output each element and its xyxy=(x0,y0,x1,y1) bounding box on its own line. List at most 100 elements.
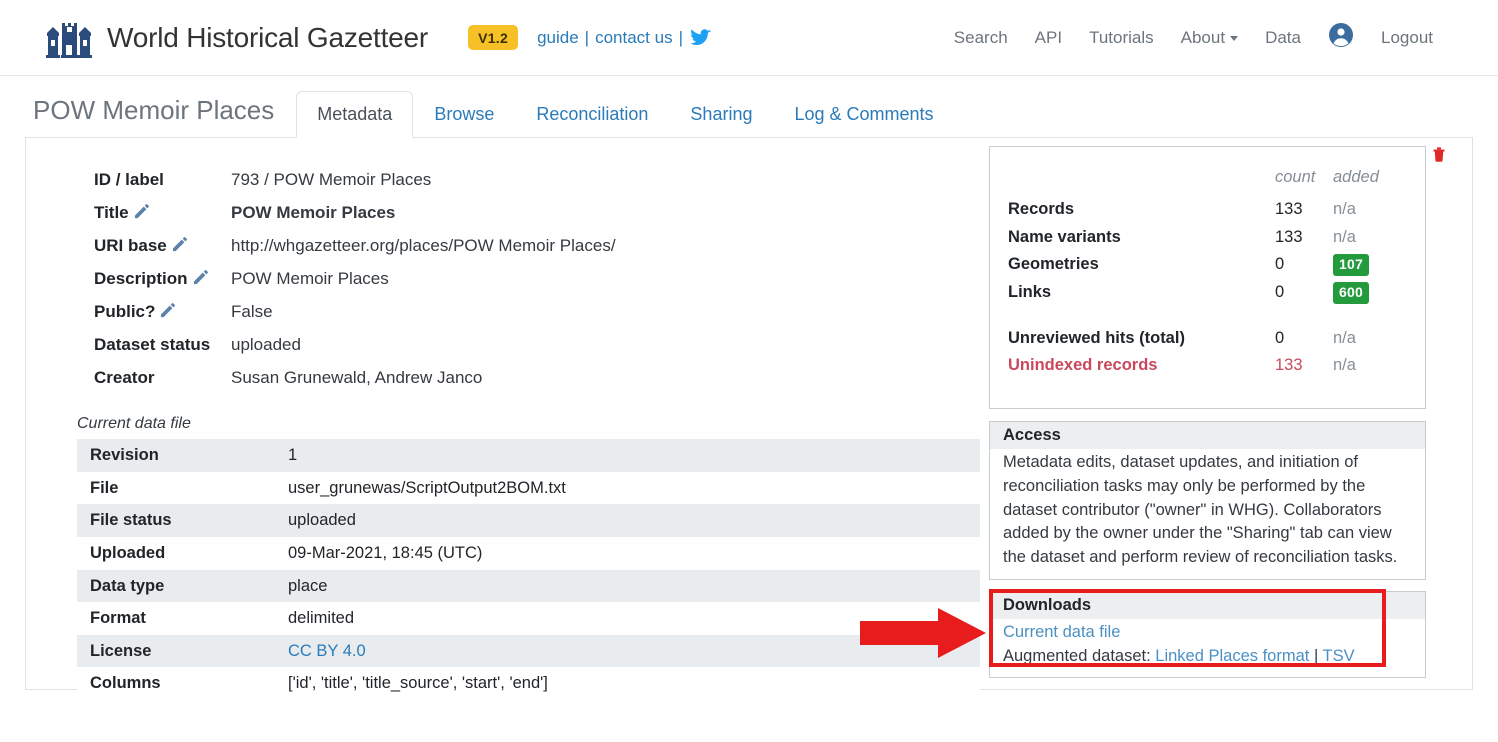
field-value: False xyxy=(231,302,273,322)
tab-reconciliation[interactable]: Reconciliation xyxy=(515,91,669,139)
current-data-file-download-link[interactable]: Current data file xyxy=(1003,623,1120,641)
row-key: License xyxy=(77,635,275,668)
field-value: uploaded xyxy=(231,335,301,355)
field-label-text: Public? xyxy=(94,302,155,321)
current-data-file-table: Revision 1 File user_grunewas/ScriptOutp… xyxy=(77,439,980,700)
field-label: ID / label xyxy=(44,170,231,190)
row-value: 09-Mar-2021, 18:45 (UTC) xyxy=(275,537,980,570)
metadata-row-id-label: ID / label 793 / POW Memoir Places xyxy=(44,170,984,203)
metadata-row-creator: Creator Susan Grunewald, Andrew Janco xyxy=(44,368,984,401)
nav-item-api[interactable]: API xyxy=(1035,28,1062,48)
field-label-text: Dataset status xyxy=(94,335,210,354)
user-account-icon[interactable] xyxy=(1328,22,1354,53)
main-nav: Search API Tutorials About Data Logout xyxy=(954,22,1433,53)
augmented-dataset-label: Augmented dataset: xyxy=(1003,647,1151,665)
link-separator-1: | xyxy=(585,28,589,48)
metadata-row-public: Public? False xyxy=(44,302,984,335)
twitter-icon[interactable] xyxy=(690,29,711,47)
counts-header-count: count xyxy=(1271,163,1333,196)
counts-value: 133 xyxy=(1271,196,1333,223)
edit-pencil-icon[interactable] xyxy=(193,270,208,290)
counts-added: n/a xyxy=(1333,223,1407,250)
tab-bar: POW Memoir Places Metadata Browse Reconc… xyxy=(0,76,1498,138)
counts-header-blank xyxy=(1008,163,1271,196)
field-label-text: ID / label xyxy=(94,170,164,189)
table-row: Columns ['id', 'title', 'title_source', … xyxy=(77,667,980,700)
tsv-download-link[interactable]: TSV xyxy=(1323,647,1355,665)
nav-item-about-label: About xyxy=(1181,28,1225,47)
counts-label: Links xyxy=(1008,278,1271,306)
field-label: URI base xyxy=(44,236,231,257)
right-column: count added Records 133 n/a Name variant… xyxy=(989,146,1426,678)
access-panel-title: Access xyxy=(990,422,1425,449)
table-row: Uploaded 09-Mar-2021, 18:45 (UTC) xyxy=(77,537,980,570)
added-badge: 107 xyxy=(1333,254,1369,276)
counts-added: n/a xyxy=(1333,196,1407,223)
counts-table: count added Records 133 n/a Name variant… xyxy=(1008,163,1407,379)
metadata-field-list: ID / label 793 / POW Memoir Places Title… xyxy=(44,170,984,401)
counts-label: Unreviewed hits (total) xyxy=(1008,324,1271,351)
nav-item-data[interactable]: Data xyxy=(1265,28,1301,48)
row-value: user_grunewas/ScriptOutput2BOM.txt xyxy=(275,472,980,505)
field-label-text: Creator xyxy=(94,368,154,387)
field-label-text: URI base xyxy=(94,236,167,255)
downloads-current-file-line: Current data file xyxy=(1003,621,1413,645)
downloads-panel-body: Current data file Augmented dataset: Lin… xyxy=(990,619,1425,678)
nav-item-tutorials[interactable]: Tutorials xyxy=(1089,28,1154,48)
counts-header-added: added xyxy=(1333,163,1407,196)
counts-label: Unindexed records xyxy=(1008,351,1271,378)
row-value: 1 xyxy=(275,439,980,472)
field-label: Dataset status xyxy=(44,335,231,355)
field-label: Creator xyxy=(44,368,231,388)
row-key: Columns xyxy=(77,667,275,700)
field-label: Description xyxy=(44,269,231,290)
guide-link[interactable]: guide xyxy=(537,28,579,48)
access-panel: Access Metadata edits, dataset updates, … xyxy=(989,421,1426,580)
counts-row-links: Links 0 600 xyxy=(1008,278,1407,306)
counts-value: 133 xyxy=(1271,223,1333,250)
tabs: Metadata Browse Reconciliation Sharing L… xyxy=(296,76,954,138)
field-label-text: Description xyxy=(94,269,188,288)
metadata-row-description: Description POW Memoir Places xyxy=(44,269,984,302)
tab-log-comments[interactable]: Log & Comments xyxy=(773,91,954,139)
counts-added: n/a xyxy=(1333,351,1407,378)
license-link[interactable]: CC BY 4.0 xyxy=(288,642,366,660)
edit-pencil-icon[interactable] xyxy=(172,237,187,257)
contact-us-link[interactable]: contact us xyxy=(595,28,673,48)
downloads-panel-title: Downloads xyxy=(990,592,1425,619)
counts-row-records: Records 133 n/a xyxy=(1008,196,1407,223)
logout-link[interactable]: Logout xyxy=(1381,28,1433,48)
edit-pencil-icon[interactable] xyxy=(134,204,149,224)
tab-metadata[interactable]: Metadata xyxy=(296,91,413,139)
counts-value: 0 xyxy=(1271,250,1333,278)
counts-spacer xyxy=(1008,306,1407,324)
version-badge: V1.2 xyxy=(468,25,518,50)
current-data-file-caption: Current data file xyxy=(77,415,984,433)
row-value: ['id', 'title', 'title_source', 'start',… xyxy=(275,667,980,700)
row-key: Uploaded xyxy=(77,537,275,570)
counts-added: 107 xyxy=(1333,250,1407,278)
brand[interactable]: World Historical Gazetteer xyxy=(45,17,428,59)
counts-header-row: count added xyxy=(1008,163,1407,196)
link-separator-2: | xyxy=(679,28,683,48)
linked-places-format-link[interactable]: Linked Places format xyxy=(1155,647,1309,665)
table-row: File status uploaded xyxy=(77,504,980,537)
counts-label: Geometries xyxy=(1008,250,1271,278)
nav-item-about[interactable]: About xyxy=(1181,28,1238,48)
tab-sharing[interactable]: Sharing xyxy=(669,91,773,139)
tab-browse[interactable]: Browse xyxy=(413,91,515,139)
row-value: uploaded xyxy=(275,504,980,537)
row-value: place xyxy=(275,570,980,603)
trash-icon[interactable] xyxy=(1428,147,1446,164)
field-value: POW Memoir Places xyxy=(231,203,395,223)
downloads-divider: | xyxy=(1314,647,1318,665)
table-row: Data type place xyxy=(77,570,980,603)
edit-pencil-icon[interactable] xyxy=(160,303,175,323)
counts-row-unreviewed-hits: Unreviewed hits (total) 0 n/a xyxy=(1008,324,1407,351)
downloads-panel: Downloads Current data file Augmented da… xyxy=(989,591,1426,679)
metadata-panel: Delete dataset ID / label 793 / POW Memo… xyxy=(25,137,1473,690)
field-label: Title xyxy=(44,203,231,224)
row-key: Revision xyxy=(77,439,275,472)
chevron-down-icon xyxy=(1230,36,1238,41)
nav-item-search[interactable]: Search xyxy=(954,28,1008,48)
